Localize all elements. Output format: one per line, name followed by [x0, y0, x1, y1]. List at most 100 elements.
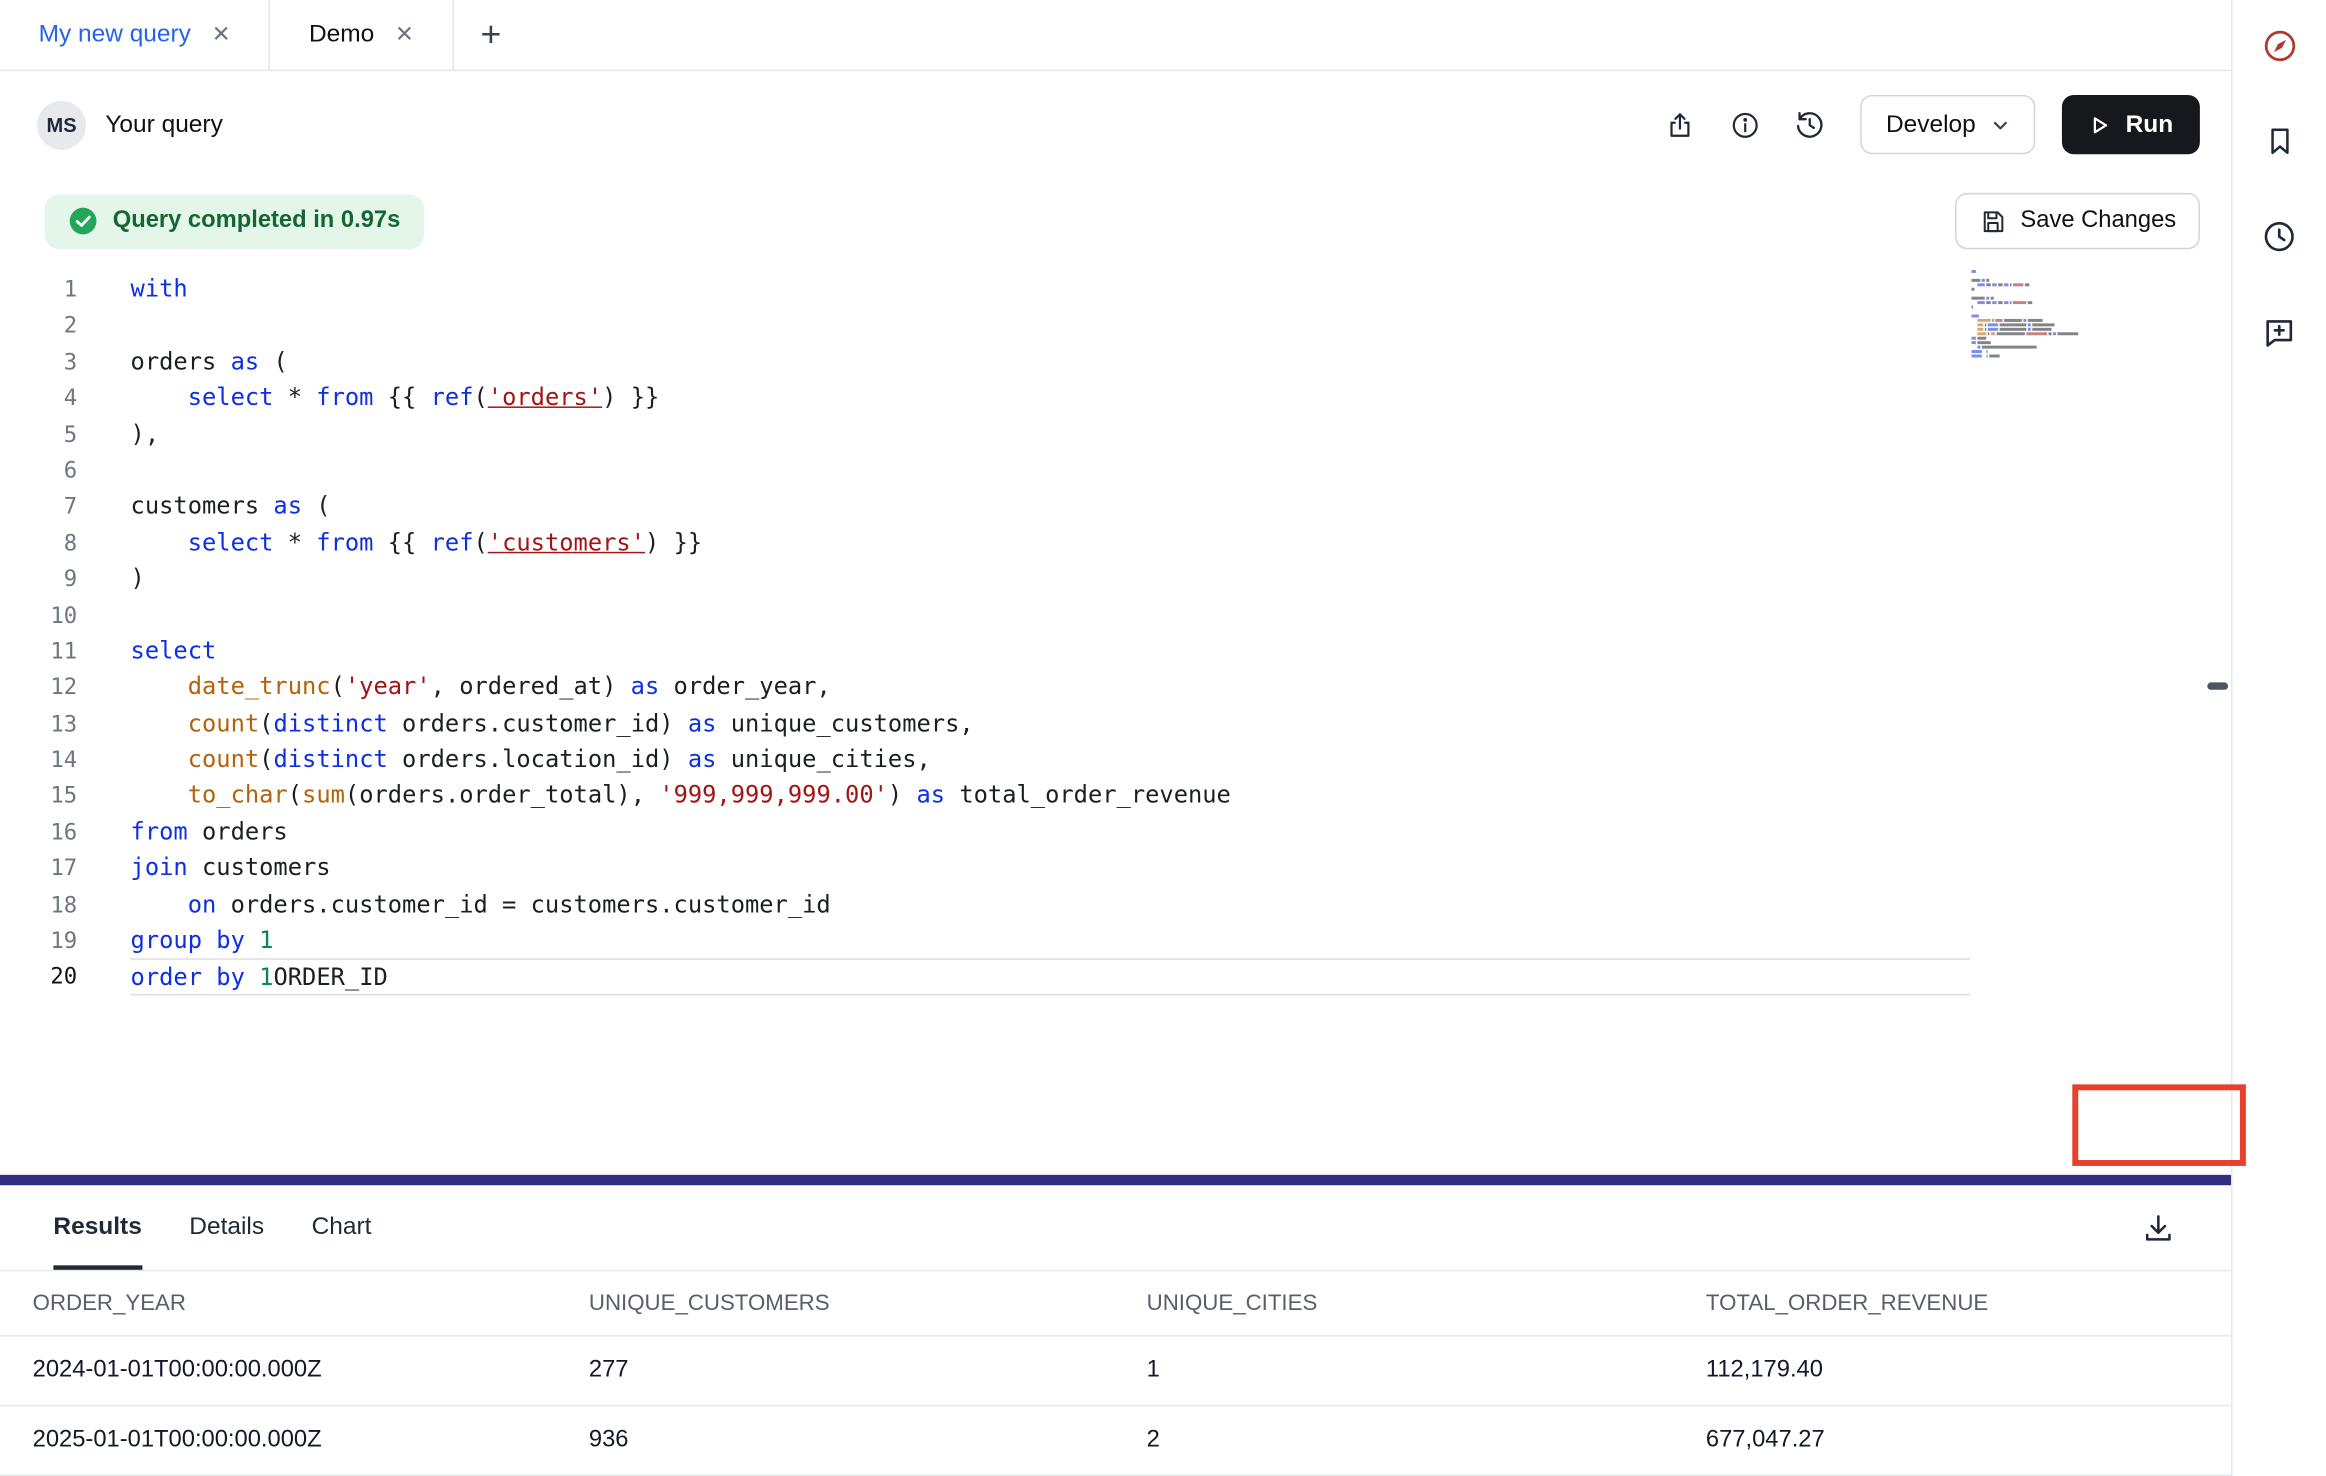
- main-panel: My new query ✕ Demo ✕ + MS Your query: [0, 0, 2233, 1476]
- tab-label: Demo: [309, 21, 374, 49]
- line-number: 9: [0, 561, 77, 597]
- results-table-body: 2024-01-01T00:00:00.000Z2771112,179.4020…: [0, 1337, 2231, 1476]
- status-badge: Query completed in 0.97s: [45, 194, 425, 249]
- tab-label: Results: [53, 1213, 141, 1241]
- code-text: count(distinct orders.location_id) as un…: [131, 742, 931, 778]
- editor-line[interactable]: 1with: [0, 271, 2231, 307]
- panel-divider[interactable]: [0, 1175, 2231, 1185]
- editor-line[interactable]: 17 join customers: [0, 850, 2231, 886]
- code-text: select * from {{ ref('orders') }}: [131, 380, 660, 416]
- editor-line[interactable]: 8 select * from {{ ref('customers') }}: [0, 525, 2231, 561]
- editor-line[interactable]: 3 orders as (: [0, 344, 2231, 380]
- share-icon[interactable]: [1662, 107, 1698, 143]
- tab-results[interactable]: Results: [53, 1185, 141, 1270]
- play-icon: [2089, 113, 2111, 135]
- table-cell: 277: [556, 1357, 1114, 1384]
- results-table: ORDER_YEARUNIQUE_CUSTOMERSUNIQUE_CITIEST…: [0, 1271, 2231, 1476]
- editor-scroll-marker[interactable]: [2207, 682, 2228, 689]
- table-row: 2025-01-01T00:00:00.000Z9362677,047.27: [0, 1406, 2231, 1476]
- editor-line[interactable]: 18 on orders.customer_id = customers.cus…: [0, 887, 2231, 923]
- code-text: date_trunc('year', ordered_at) as order_…: [131, 669, 831, 705]
- editor-line[interactable]: 15 to_char(sum(orders.order_total), '999…: [0, 778, 2231, 814]
- editor-line[interactable]: 20order by 1ORDER_ID: [0, 959, 2231, 995]
- editor-line[interactable]: 12 date_trunc('year', ordered_at) as ord…: [0, 669, 2231, 705]
- editor-line[interactable]: 2: [0, 308, 2231, 344]
- tab-demo[interactable]: Demo ✕: [270, 0, 453, 70]
- code-text: to_char(sum(orders.order_total), '999,99…: [131, 778, 1231, 814]
- table-cell: 2025-01-01T00:00:00.000Z: [0, 1427, 556, 1454]
- status-row: Query completed in 0.97s Save Changes: [0, 178, 2231, 264]
- run-label: Run: [2126, 111, 2174, 139]
- results-table-head: ORDER_YEARUNIQUE_CUSTOMERSUNIQUE_CITIEST…: [0, 1271, 2231, 1336]
- code-text: ),: [131, 416, 160, 452]
- download-results-button[interactable]: [2139, 1208, 2178, 1247]
- code-text: select: [131, 633, 217, 669]
- info-icon[interactable]: [1727, 107, 1763, 143]
- editor-line[interactable]: 10: [0, 597, 2231, 633]
- tab-my-new-query[interactable]: My new query ✕: [0, 0, 270, 70]
- editor-line[interactable]: 14 count(distinct orders.location_id) as…: [0, 742, 2231, 778]
- line-number: 14: [0, 742, 77, 778]
- line-number: 11: [0, 633, 77, 669]
- run-button[interactable]: Run: [2062, 95, 2200, 154]
- history-clock-icon[interactable]: [2258, 215, 2300, 257]
- sql-editor[interactable]: 1with23orders as (4 select * from {{ ref…: [0, 264, 2231, 1175]
- check-circle-icon: [68, 206, 98, 236]
- develop-dropdown[interactable]: Develop: [1861, 95, 2035, 154]
- code-text: join customers: [131, 850, 331, 886]
- table-cell: 1: [1114, 1357, 1673, 1384]
- minimap[interactable]: [1971, 270, 2078, 365]
- line-number: 8: [0, 525, 77, 561]
- code-text: customers as (: [131, 489, 331, 525]
- line-number: 10: [0, 597, 77, 633]
- app: My new query ✕ Demo ✕ + MS Your query: [0, 0, 2326, 1476]
- table-cell: 936: [556, 1427, 1114, 1454]
- table-cell: 2: [1114, 1427, 1673, 1454]
- table-cell: 112,179.40: [1673, 1357, 2231, 1384]
- editor-line[interactable]: 13 count(distinct orders.customer_id) as…: [0, 706, 2231, 742]
- editor-line[interactable]: 11 select: [0, 633, 2231, 669]
- editor-line[interactable]: 7customers as (: [0, 489, 2231, 525]
- editor-line[interactable]: 6: [0, 452, 2231, 488]
- status-message: Query completed in 0.97s: [113, 208, 401, 235]
- editor-line[interactable]: 5),: [0, 416, 2231, 452]
- tab-bar: My new query ✕ Demo ✕ +: [0, 0, 2231, 71]
- column-header: UNIQUE_CUSTOMERS: [556, 1291, 1114, 1316]
- save-icon: [1979, 207, 2007, 235]
- editor-line[interactable]: 9): [0, 561, 2231, 597]
- bookmark-icon[interactable]: [2258, 120, 2300, 162]
- tab-label: Details: [189, 1213, 264, 1241]
- line-number: 3: [0, 344, 77, 380]
- column-header: UNIQUE_CITIES: [1114, 1291, 1673, 1316]
- code-text: ): [131, 561, 145, 597]
- history-icon[interactable]: [1793, 107, 1829, 143]
- feedback-icon[interactable]: [2258, 310, 2300, 352]
- save-changes-button[interactable]: Save Changes: [1955, 193, 2200, 249]
- compass-icon[interactable]: [2258, 25, 2300, 67]
- line-number: 13: [0, 706, 77, 742]
- line-number: 15: [0, 778, 77, 814]
- query-header: MS Your query Develop Run: [0, 71, 2231, 178]
- code-text: count(distinct orders.customer_id) as un…: [131, 706, 974, 742]
- line-number: 17: [0, 850, 77, 886]
- tab-details[interactable]: Details: [189, 1185, 264, 1270]
- line-number: 5: [0, 416, 77, 452]
- results-tab-bar: Results Details Chart: [0, 1185, 2231, 1271]
- code-text: orders as (: [131, 344, 288, 380]
- editor-line[interactable]: 16from orders: [0, 814, 2231, 850]
- download-icon: [2141, 1210, 2177, 1246]
- page-title: Your query: [105, 111, 222, 139]
- table-row: 2024-01-01T00:00:00.000Z2771112,179.40: [0, 1337, 2231, 1407]
- code-text: on orders.customer_id = customers.custom…: [131, 887, 831, 923]
- editor-line[interactable]: 4 select * from {{ ref('orders') }}: [0, 380, 2231, 416]
- editor-line[interactable]: 19group by 1: [0, 923, 2231, 959]
- code-text: from orders: [131, 814, 288, 850]
- line-number: 6: [0, 452, 77, 488]
- close-icon[interactable]: ✕: [395, 24, 414, 46]
- tab-chart[interactable]: Chart: [312, 1185, 372, 1270]
- line-number: 18: [0, 887, 77, 923]
- save-label: Save Changes: [2020, 208, 2176, 235]
- line-number: 4: [0, 380, 77, 416]
- new-tab-button[interactable]: +: [454, 0, 528, 70]
- close-icon[interactable]: ✕: [212, 24, 231, 46]
